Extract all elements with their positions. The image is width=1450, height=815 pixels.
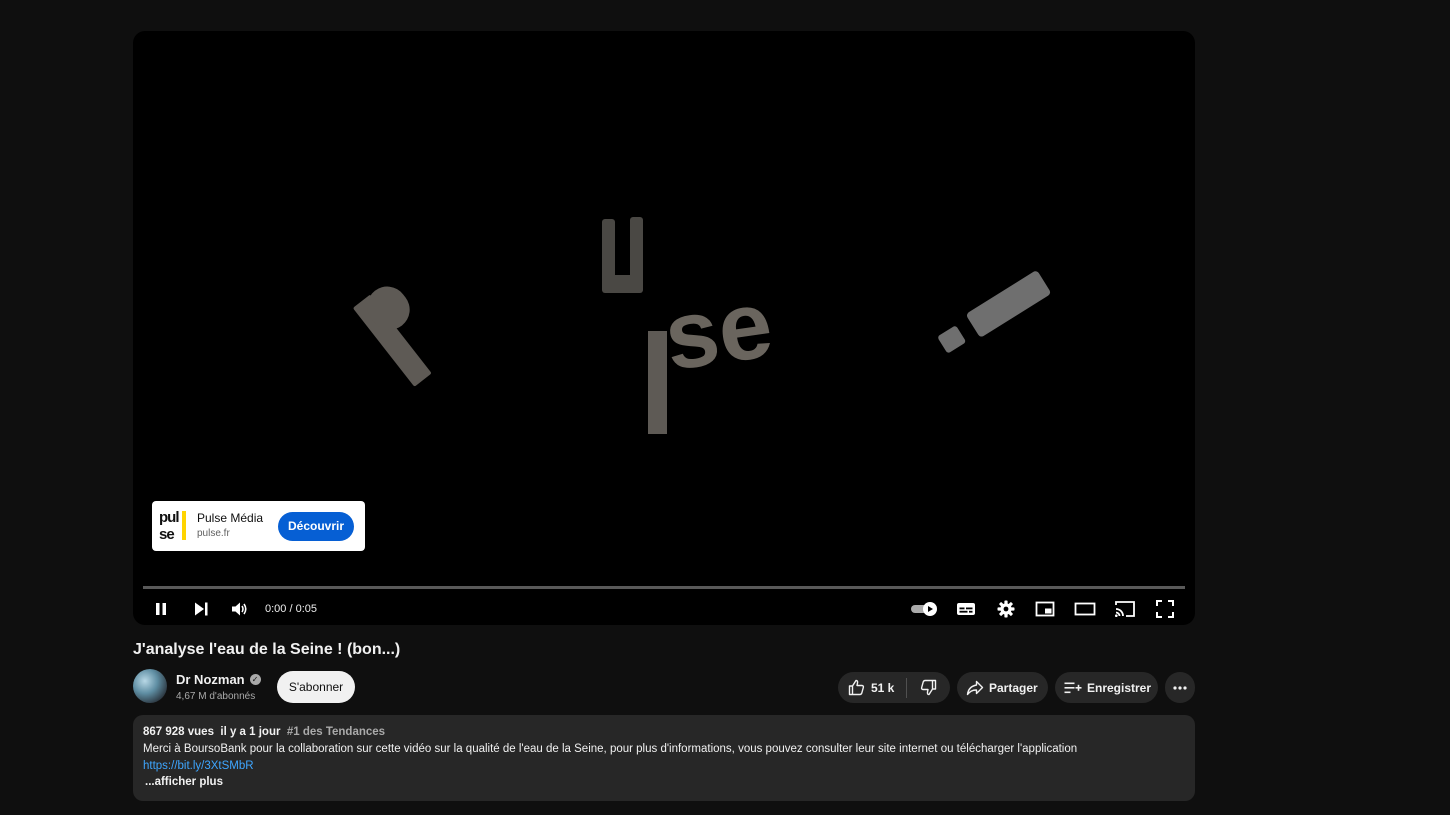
dislike-button[interactable] [907, 672, 950, 703]
channel-avatar[interactable] [133, 669, 167, 703]
video-player[interactable]: se pul se Pulse Média pulse.fr Découvrir [133, 31, 1195, 625]
settings-button[interactable] [992, 595, 1020, 623]
ad-info: Pulse Média pulse.fr [197, 511, 273, 541]
animated-letter-p [353, 286, 431, 387]
trending-badge[interactable]: #1 des Tendances [287, 726, 385, 738]
subscriber-count: 4,67 M d'abonnés [176, 691, 256, 702]
progress-bar[interactable] [143, 586, 1185, 589]
next-icon [195, 602, 208, 616]
description-text: Merci à BoursoBank pour la collaboration… [143, 743, 1078, 755]
watch-page: se pul se Pulse Média pulse.fr Découvrir [0, 0, 1450, 815]
video-title: J'analyse l'eau de la Seine ! (bon...) [133, 641, 401, 658]
advertiser-logo: pul se [159, 508, 187, 544]
subtitles-icon [957, 603, 975, 615]
volume-icon [232, 602, 247, 616]
share-label: Partager [989, 680, 1038, 695]
description-meta: 867 928 vues il y a 1 jour #1 des Tendan… [143, 725, 1185, 739]
description-box[interactable]: 867 928 vues il y a 1 jour #1 des Tendan… [133, 715, 1195, 801]
like-button[interactable]: 51 k [838, 672, 906, 703]
thumbs-up-icon [848, 679, 865, 696]
ad-overlay-card[interactable]: pul se Pulse Média pulse.fr Découvrir [152, 501, 365, 551]
player-controls: 0:00 / 0:05 [133, 593, 1195, 625]
show-more-button[interactable]: ...afficher plus [145, 774, 1185, 791]
share-arrow-icon [966, 680, 984, 695]
time-display: 0:00 / 0:05 [265, 603, 317, 615]
fullscreen-button[interactable] [1151, 595, 1179, 623]
thumbs-down-icon [920, 679, 937, 696]
settings-gear-icon [997, 600, 1015, 618]
playlist-add-icon [1064, 682, 1082, 693]
view-count: 867 928 vues [143, 726, 214, 738]
description-link[interactable]: https://bit.ly/3XtSMbR [143, 758, 1185, 774]
save-button[interactable]: Enregistrer [1055, 672, 1158, 703]
ad-discover-button[interactable]: Découvrir [278, 511, 354, 541]
channel-name[interactable]: Dr Nozman [176, 672, 245, 687]
cast-button[interactable] [1111, 595, 1139, 623]
pause-button[interactable] [147, 595, 175, 623]
animated-exclamation [938, 271, 1051, 353]
channel-name-link[interactable]: Dr Nozman ✓ [176, 672, 261, 687]
autoplay-toggle-icon [911, 602, 937, 616]
subtitles-button[interactable] [952, 595, 980, 623]
like-count: 51 k [871, 680, 895, 695]
advertiser-domain: pulse.fr [197, 528, 230, 539]
pause-icon [156, 603, 166, 615]
animated-letters-se: se [658, 270, 779, 391]
fullscreen-icon [1156, 600, 1174, 618]
more-horizontal-icon [1173, 685, 1187, 690]
miniplayer-icon [1035, 601, 1055, 617]
cast-icon [1115, 601, 1135, 617]
volume-button[interactable] [226, 595, 254, 623]
upload-age: il y a 1 jour [220, 726, 281, 738]
more-actions-button[interactable] [1165, 672, 1195, 703]
share-button[interactable]: Partager [957, 672, 1048, 703]
theater-mode-button[interactable] [1071, 595, 1099, 623]
subscribe-button[interactable]: S'abonner [277, 671, 355, 703]
verified-check-icon: ✓ [249, 674, 261, 685]
autoplay-toggle[interactable] [909, 595, 939, 623]
advertiser-name: Pulse Média [197, 511, 264, 525]
next-button[interactable] [187, 595, 215, 623]
theater-mode-icon [1074, 602, 1096, 616]
save-label: Enregistrer [1087, 680, 1152, 695]
miniplayer-button[interactable] [1031, 595, 1059, 623]
animated-letter-u [602, 217, 643, 293]
animated-letter-l [648, 331, 667, 434]
like-dislike-group: 51 k [838, 672, 950, 703]
